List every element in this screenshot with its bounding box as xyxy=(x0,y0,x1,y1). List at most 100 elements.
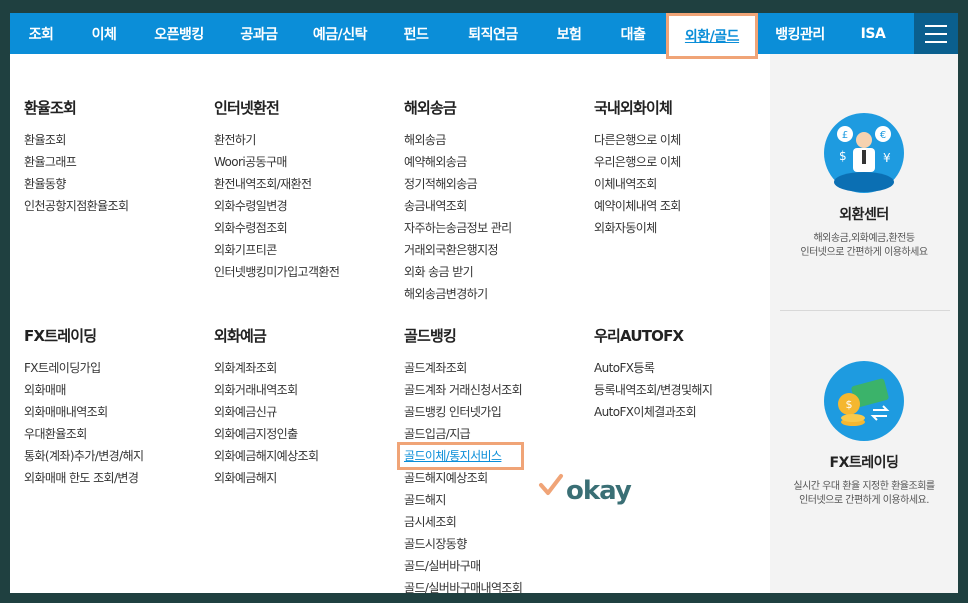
menu-link[interactable]: 외화예금신규 xyxy=(214,401,399,423)
nav-item-pension[interactable]: 퇴직연금 xyxy=(448,13,538,54)
fx-trading-desc: 실시간 우대 환율 지정한 환율조회를 인터넷으로 간편하게 이용하세요. xyxy=(770,480,958,508)
menu-link[interactable]: 환율조회 xyxy=(24,129,209,151)
menu-column-2: 인터넷환전 환전하기 Woori공동구매 환전내역조회/재환전 외화수령일변경 … xyxy=(214,97,399,283)
svg-text:£: £ xyxy=(842,130,848,141)
menu-link[interactable]: 거래외국환은행지정 xyxy=(404,239,589,261)
menu-column-3b: 골드뱅킹 골드계좌조회 골드계좌 거래신청서조회 골드뱅킹 인터넷가입 골드입금… xyxy=(396,325,589,593)
menu-link[interactable]: 외화자동이체 xyxy=(594,217,779,239)
menu-link[interactable]: 외화매매 xyxy=(24,379,209,401)
nav-item-inquiry[interactable]: 조회 xyxy=(10,13,72,54)
menu-link[interactable]: 등록내역조회/변경및해지 xyxy=(594,379,779,401)
menu-column-4: 국내외화이체 다른은행으로 이체 우리은행으로 이체 이체내역조회 예약이체내역… xyxy=(594,97,779,239)
side-divider xyxy=(780,310,950,311)
menu-link[interactable]: 골드/실버바구매 xyxy=(404,555,589,577)
menu-link[interactable]: 인천공항지점환율조회 xyxy=(24,195,209,217)
nav-item-fund[interactable]: 펀드 xyxy=(384,13,448,54)
nav-item-banking-mgmt[interactable]: 뱅킹관리 xyxy=(758,13,842,54)
menu-link[interactable]: 골드입금/지급 xyxy=(404,423,589,445)
menu-content: 환율조회 환율조회 환율그래프 환율동향 인천공항지점환율조회 FX트레이딩 F… xyxy=(10,54,770,593)
nav-item-isa[interactable]: ISA xyxy=(842,13,904,54)
menu-link[interactable]: 외화예금해지예상조회 xyxy=(214,445,399,467)
fx-center-desc-line2: 인터넷으로 간편하게 이용하세요 xyxy=(800,247,928,258)
menu-link[interactable]: 정기적해외송금 xyxy=(404,173,589,195)
okay-annotation: okay xyxy=(566,476,632,506)
menu-link[interactable]: 예약이체내역 조회 xyxy=(594,195,779,217)
menu-link[interactable]: 골드뱅킹 인터넷가입 xyxy=(404,401,589,423)
mega-menu-frame: 조회 이체 오픈뱅킹 공과금 예금/신탁 펀드 퇴직연금 보험 대출 외환/골드… xyxy=(10,13,958,593)
menu-link[interactable]: 예약해외송금 xyxy=(404,151,589,173)
fx-trading-promo[interactable]: $ FX트레이딩 실시간 우대 환율 지정한 환율조회를 인터넷으로 간편하게 … xyxy=(770,360,958,508)
menu-link[interactable]: 골드시장동향 xyxy=(404,533,589,555)
menu-link[interactable]: 이체내역조회 xyxy=(594,173,779,195)
menu-link[interactable]: 골드/실버바구매내역조회 xyxy=(404,577,589,593)
menu-column-1: 환율조회 환율조회 환율그래프 환율동향 인천공항지점환율조회 xyxy=(24,97,209,217)
menu-link[interactable]: 골드계좌 거래신청서조회 xyxy=(404,379,589,401)
menu-column-1b: FX트레이딩 FX트레이딩가입 외화매매 외화매매내역조회 우대환율조회 통화(… xyxy=(24,325,209,489)
menu-link[interactable]: 송금내역조회 xyxy=(404,195,589,217)
check-mark-icon xyxy=(539,474,563,495)
fx-center-illustration-icon: £ € $ ¥ xyxy=(824,113,904,193)
section-title-overseas-remittance: 해외송금 xyxy=(404,99,457,117)
fx-trading-desc-line2: 인터넷으로 간편하게 이용하세요. xyxy=(799,495,929,506)
menu-link[interactable]: 금시세조회 xyxy=(404,511,589,533)
menu-link[interactable]: 외화계좌조회 xyxy=(214,357,399,379)
fx-trading-illustration-icon: $ xyxy=(824,361,904,441)
svg-text:¥: ¥ xyxy=(883,151,891,165)
menu-column-2b: 외화예금 외화계좌조회 외화거래내역조회 외화예금신규 외화예금지정인출 외화예… xyxy=(214,325,399,489)
nav-item-utility[interactable]: 공과금 xyxy=(222,13,296,54)
nav-item-loan[interactable]: 대출 xyxy=(600,13,666,54)
menu-link[interactable]: 환전하기 xyxy=(214,129,399,151)
section-title-fx-deposit: 외화예금 xyxy=(214,327,267,345)
side-panel: £ € $ ¥ 외환센터 해외송금,외화예금,환전등 인터넷으로 간편하게 이용… xyxy=(770,54,958,593)
nav-item-insurance[interactable]: 보험 xyxy=(538,13,600,54)
nav-item-transfer[interactable]: 이체 xyxy=(72,13,136,54)
menu-link[interactable]: 외화 송금 받기 xyxy=(404,261,589,283)
menu-link[interactable]: 외화예금지정인출 xyxy=(214,423,399,445)
menu-link[interactable]: 우대환율조회 xyxy=(24,423,209,445)
menu-link[interactable]: 우리은행으로 이체 xyxy=(594,151,779,173)
menu-column-3: 해외송금 해외송금 예약해외송금 정기적해외송금 송금내역조회 자주하는송금정보… xyxy=(404,97,589,305)
section-title-exchange-rate: 환율조회 xyxy=(24,99,77,117)
fx-center-desc-line1: 해외송금,외화예금,환전등 xyxy=(813,233,915,244)
menu-link[interactable]: 외화거래내역조회 xyxy=(214,379,399,401)
menu-link[interactable]: 다른은행으로 이체 xyxy=(594,129,779,151)
menu-link[interactable]: 외화수령점조회 xyxy=(214,217,399,239)
fx-trading-title: FX트레이딩 xyxy=(829,455,899,471)
nav-item-open-banking[interactable]: 오픈뱅킹 xyxy=(136,13,222,54)
nav-item-fx-gold[interactable]: 외환/골드 xyxy=(666,13,758,59)
menu-link[interactable]: 외화기프티콘 xyxy=(214,239,399,261)
menu-link[interactable]: 통화(계좌)추가/변경/해지 xyxy=(24,445,209,467)
section-title-domestic-fx-transfer: 국내외화이체 xyxy=(594,99,673,117)
menu-link[interactable]: 외화매매내역조회 xyxy=(24,401,209,423)
menu-link[interactable]: 환율그래프 xyxy=(24,151,209,173)
svg-text:$: $ xyxy=(846,398,853,411)
menu-column-4b: 우리AUTOFX AutoFX등록 등록내역조회/변경및해지 AutoFX이체결… xyxy=(594,325,779,423)
svg-text:$: $ xyxy=(839,149,847,163)
menu-link-gold-transfer-highlighted[interactable]: 골드이체/통지서비스 xyxy=(396,442,525,470)
section-title-internet-exchange: 인터넷환전 xyxy=(214,99,280,117)
menu-link[interactable]: 외화수령일변경 xyxy=(214,195,399,217)
fx-center-title: 외환센터 xyxy=(839,207,889,223)
fx-center-promo[interactable]: £ € $ ¥ 외환센터 해외송금,외화예금,환전등 인터넷으로 간편하게 이용… xyxy=(770,112,958,260)
menu-link[interactable]: 외화예금해지 xyxy=(214,467,399,489)
menu-link[interactable]: Woori공동구매 xyxy=(214,151,399,173)
menu-link[interactable]: FX트레이딩가입 xyxy=(24,357,209,379)
menu-link[interactable]: AutoFX등록 xyxy=(594,357,779,379)
section-title-fx-trading: FX트레이딩 xyxy=(24,327,97,345)
hamburger-menu-icon[interactable] xyxy=(914,13,958,54)
menu-link[interactable]: 외화매매 한도 조회/변경 xyxy=(24,467,209,489)
section-title-woori-autofx: 우리AUTOFX xyxy=(594,327,684,345)
menu-link[interactable]: 해외송금변경하기 xyxy=(404,283,589,305)
section-title-gold-banking: 골드뱅킹 xyxy=(404,327,457,345)
menu-link[interactable]: AutoFX이체결과조회 xyxy=(594,401,779,423)
fx-trading-desc-line1: 실시간 우대 환율 지정한 환율조회를 xyxy=(793,481,935,492)
menu-link[interactable]: 해외송금 xyxy=(404,129,589,151)
fx-center-desc: 해외송금,외화예금,환전등 인터넷으로 간편하게 이용하세요 xyxy=(770,232,958,260)
menu-link[interactable]: 인터넷뱅킹미가입고객환전 xyxy=(214,261,399,283)
menu-link[interactable]: 환전내역조회/재환전 xyxy=(214,173,399,195)
menu-link[interactable]: 골드계좌조회 xyxy=(404,357,589,379)
nav-item-deposit-trust[interactable]: 예금/신탁 xyxy=(296,13,384,54)
top-navigation: 조회 이체 오픈뱅킹 공과금 예금/신탁 펀드 퇴직연금 보험 대출 외환/골드… xyxy=(10,13,958,59)
menu-link[interactable]: 자주하는송금정보 관리 xyxy=(404,217,589,239)
menu-link[interactable]: 환율동향 xyxy=(24,173,209,195)
